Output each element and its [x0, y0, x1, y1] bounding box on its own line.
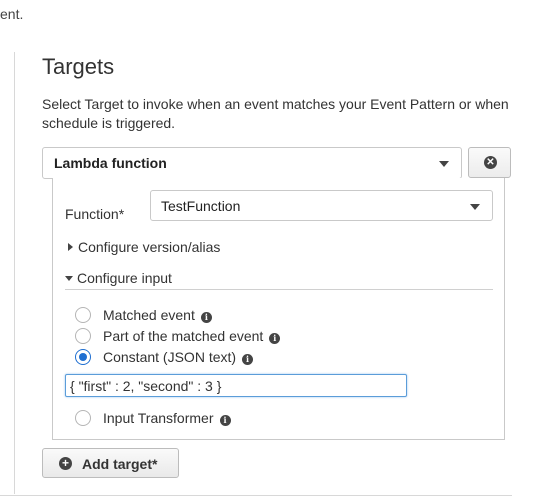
bottom-divider	[0, 495, 512, 496]
constant-json-input[interactable]	[65, 374, 407, 397]
target-type-value: Lambda function	[54, 155, 167, 171]
configure-version-expander[interactable]: Configure version/alias	[68, 239, 220, 255]
section-description: Select Target to invoke when an event ma…	[42, 96, 509, 131]
radio-label: Matched event	[103, 307, 195, 323]
radio-button[interactable]	[75, 410, 91, 426]
plus-circle-icon: +	[59, 457, 72, 470]
remove-target-button[interactable]: ✕	[468, 147, 511, 178]
radio-button[interactable]	[75, 307, 91, 323]
chevron-down-icon	[439, 161, 449, 167]
configure-input-expander[interactable]: Configure input	[65, 270, 172, 286]
info-icon[interactable]: i	[219, 415, 231, 426]
configure-version-label: Configure version/alias	[78, 239, 221, 255]
radio-label: Constant (JSON text)	[103, 349, 237, 365]
radio-label: Input Transformer	[103, 410, 214, 426]
caret-down-icon	[65, 276, 73, 281]
remove-circle-icon: ✕	[484, 156, 497, 169]
function-value: TestFunction	[161, 197, 241, 214]
configure-input-divider	[65, 289, 493, 290]
add-target-label: Add target*	[82, 456, 158, 472]
info-icon[interactable]: i	[269, 333, 281, 344]
chevron-down-icon	[470, 203, 480, 210]
info-icon[interactable]: i	[200, 312, 212, 323]
truncated-text: ent.	[0, 6, 24, 22]
configure-input-label: Configure input	[77, 270, 172, 286]
section-divider	[14, 52, 15, 494]
target-type-select[interactable]: Lambda function	[42, 147, 462, 179]
radio-button[interactable]	[75, 328, 91, 344]
radio-button-selected[interactable]	[75, 349, 91, 365]
function-label: Function*	[65, 206, 125, 222]
function-select[interactable]: TestFunction	[150, 190, 493, 221]
caret-right-icon	[68, 243, 73, 251]
section-title: Targets	[42, 54, 115, 79]
radio-label: Part of the matched event	[103, 328, 264, 344]
info-icon[interactable]: i	[242, 354, 254, 365]
add-target-button[interactable]: + Add target*	[42, 448, 179, 478]
